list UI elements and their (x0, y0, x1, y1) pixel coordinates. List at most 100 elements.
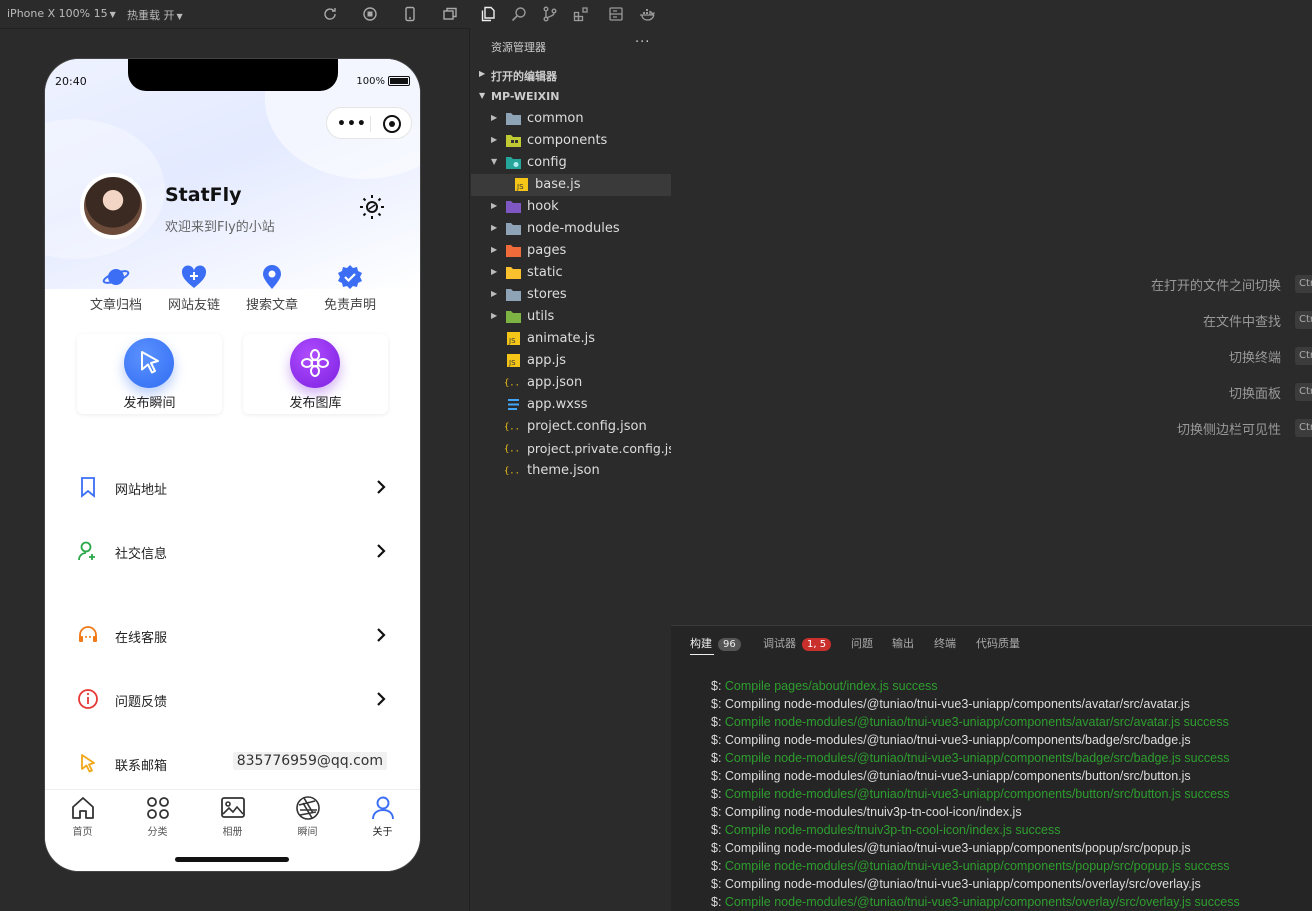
extensions-icon[interactable] (573, 6, 589, 22)
tree-item-animate-js[interactable]: JS animate.js (471, 328, 671, 350)
tree-item-project-private-config[interactable]: {..} project.private.config.js... (471, 438, 687, 460)
hook-folder-icon (506, 201, 521, 213)
log-prompt: $: (711, 733, 725, 747)
tree-item-app-wxss[interactable]: app.wxss (471, 394, 671, 416)
log-message: Compiling node-modules/@tuniao/tnui-vue3… (724, 733, 1191, 747)
publish-moment-button[interactable]: 发布瞬间 (77, 334, 222, 414)
log-line: $: Compiling node-modules/@tuniao/tnui-v… (711, 767, 1311, 785)
explorer-sidebar: 资源管理器 ··· ▶ 打开的编辑器 ▼ MP-WEIXIN ▶ common ▶ … (471, 29, 687, 911)
shortcut-key: Ctrl (1295, 275, 1312, 293)
tree-item-base-js[interactable]: JS base.js (471, 174, 671, 196)
cursor-icon (141, 351, 159, 374)
avatar[interactable] (80, 173, 146, 239)
tab-home[interactable]: 首页 (45, 795, 120, 838)
static-folder-icon (506, 267, 521, 279)
hint-find-in-files: 在文件中查找 (1202, 315, 1281, 330)
components-folder-icon (506, 135, 521, 147)
simulator-pane: iPhone X 100% 15 ▼ 热重载 开 ▼ 20:40 100% ••• … (0, 0, 470, 911)
log-line: $: Compiling node-modules/@tuniao/tnui-v… (711, 875, 1311, 893)
menu-website-address[interactable]: 网站地址 (77, 472, 387, 502)
json-file-icon: {..} (504, 379, 519, 389)
tab-code-quality[interactable]: 代码质量 (976, 635, 1020, 651)
log-message: Compile node-modules/@tuniao/tnui-vue3-u… (724, 859, 1230, 873)
tree-item-node-modules[interactable]: ▶ node-modules (471, 218, 671, 240)
folder-icon (506, 289, 521, 301)
tab-terminal[interactable]: 终端 (934, 635, 956, 651)
more-icon[interactable]: ••• (337, 116, 367, 132)
device-dropdown[interactable]: iPhone X 100% 15 ▼ (7, 7, 116, 20)
project-section[interactable]: ▼ MP-WEIXIN (471, 86, 671, 108)
log-message: Compiling node-modules/tnuiv3p-tn-cool-i… (724, 805, 1022, 819)
menu-feedback[interactable]: 问题反馈 (77, 684, 387, 714)
log-line: $: Compiling node-modules/@tuniao/tnui-v… (711, 695, 1311, 713)
phone-icon[interactable] (402, 6, 418, 22)
quick-search[interactable]: 搜索文章 (233, 264, 311, 313)
chevron-right-icon (377, 480, 386, 494)
refresh-icon[interactable] (322, 6, 338, 22)
hint-toggle-terminal: 切换终端 (1228, 351, 1281, 366)
menu-social-info[interactable]: 社交信息 (77, 536, 387, 566)
quick-disclaimer[interactable]: 免责声明 (311, 264, 389, 313)
planet-icon (102, 269, 130, 285)
menu-online-service[interactable]: 在线客服 (77, 620, 387, 650)
publish-gallery-button[interactable]: 发布图库 (243, 334, 388, 414)
tree-item-common[interactable]: ▶ common (471, 108, 671, 130)
docker-icon[interactable] (639, 6, 655, 22)
files-icon[interactable] (480, 6, 496, 22)
tree-item-static[interactable]: ▶ static (471, 262, 671, 284)
close-miniprogram-icon[interactable] (383, 115, 401, 133)
quick-friend-links[interactable]: 网站友链 (155, 264, 233, 313)
tab-moments[interactable]: 瞬间 (270, 795, 345, 838)
tree-item-theme-json[interactable]: {..} theme.json (471, 460, 671, 482)
svg-text:JS: JS (508, 359, 516, 367)
tab-problems[interactable]: 问题 (851, 635, 873, 651)
add-user-icon (78, 541, 95, 561)
explorer-more-button[interactable]: ··· (635, 35, 650, 50)
log-message: Compile node-modules/@tuniao/tnui-vue3-u… (724, 787, 1230, 801)
tab-output[interactable]: 输出 (892, 635, 914, 651)
log-prompt: $: (711, 859, 725, 873)
tab-build[interactable]: 构建 96 (690, 635, 741, 651)
source-control-icon[interactable] (542, 6, 558, 22)
utils-folder-icon (506, 311, 521, 323)
storage-icon[interactable] (608, 6, 624, 22)
home-icon (71, 797, 94, 819)
tab-about[interactable]: 关于 (345, 795, 420, 838)
log-line: $: Compiling node-modules/tnuiv3p-tn-coo… (711, 803, 1311, 821)
search-icon[interactable] (511, 6, 527, 22)
tree-item-hook[interactable]: ▶ hook (471, 196, 671, 218)
quick-archive[interactable]: 文章归档 (77, 264, 155, 313)
pointer-icon (81, 754, 95, 773)
hot-reload-dropdown[interactable]: 热重载 开 ▼ (127, 7, 183, 23)
menu-contact-email[interactable]: 联系邮箱 835776959@qq.com (77, 748, 387, 778)
tree-item-stores[interactable]: ▶ stores (471, 284, 671, 306)
location-pin-icon (263, 265, 281, 289)
log-prompt: $: (711, 805, 725, 819)
log-prompt: $: (711, 715, 725, 729)
tree-item-utils[interactable]: ▶ utils (471, 306, 671, 328)
open-editors-section[interactable]: ▶ 打开的编辑器 (471, 64, 671, 86)
log-line: $: Compile node-modules/tnuiv3p-tn-cool-… (711, 821, 1311, 839)
tree-item-project-config-json[interactable]: {..} project.config.json (471, 416, 671, 438)
tab-debugger[interactable]: 调试器 1, 5 (763, 635, 832, 651)
detach-window-icon[interactable] (442, 6, 458, 22)
tab-album[interactable]: 相册 (195, 795, 270, 838)
tree-item-app-json[interactable]: {..} app.json (471, 372, 671, 394)
bottom-panel: 构建 96 调试器 1, 5 问题 输出 终端 代码质量 $: Compile pa… (671, 625, 1312, 911)
chevron-right-icon (377, 692, 386, 706)
status-time: 20:40 (55, 75, 87, 88)
log-prompt: $: (711, 895, 725, 909)
tree-item-components[interactable]: ▶ components (471, 130, 671, 152)
tab-category[interactable]: 分类 (120, 795, 195, 838)
log-line: $: Compile node-modules/@tuniao/tnui-vue… (711, 893, 1311, 911)
tree-item-app-js[interactable]: JS app.js (471, 350, 671, 372)
log-message: Compiling node-modules/@tuniao/tnui-vue3… (724, 697, 1190, 711)
image-icon (220, 797, 245, 818)
tree-item-pages[interactable]: ▶ pages (471, 240, 671, 262)
chevron-right-icon (377, 628, 386, 642)
tree-item-config[interactable]: ▼ config (471, 152, 671, 174)
log-prompt: $: (711, 787, 725, 801)
stop-icon[interactable] (362, 6, 378, 22)
battery-icon (388, 76, 410, 86)
scan-icon[interactable] (358, 193, 386, 221)
